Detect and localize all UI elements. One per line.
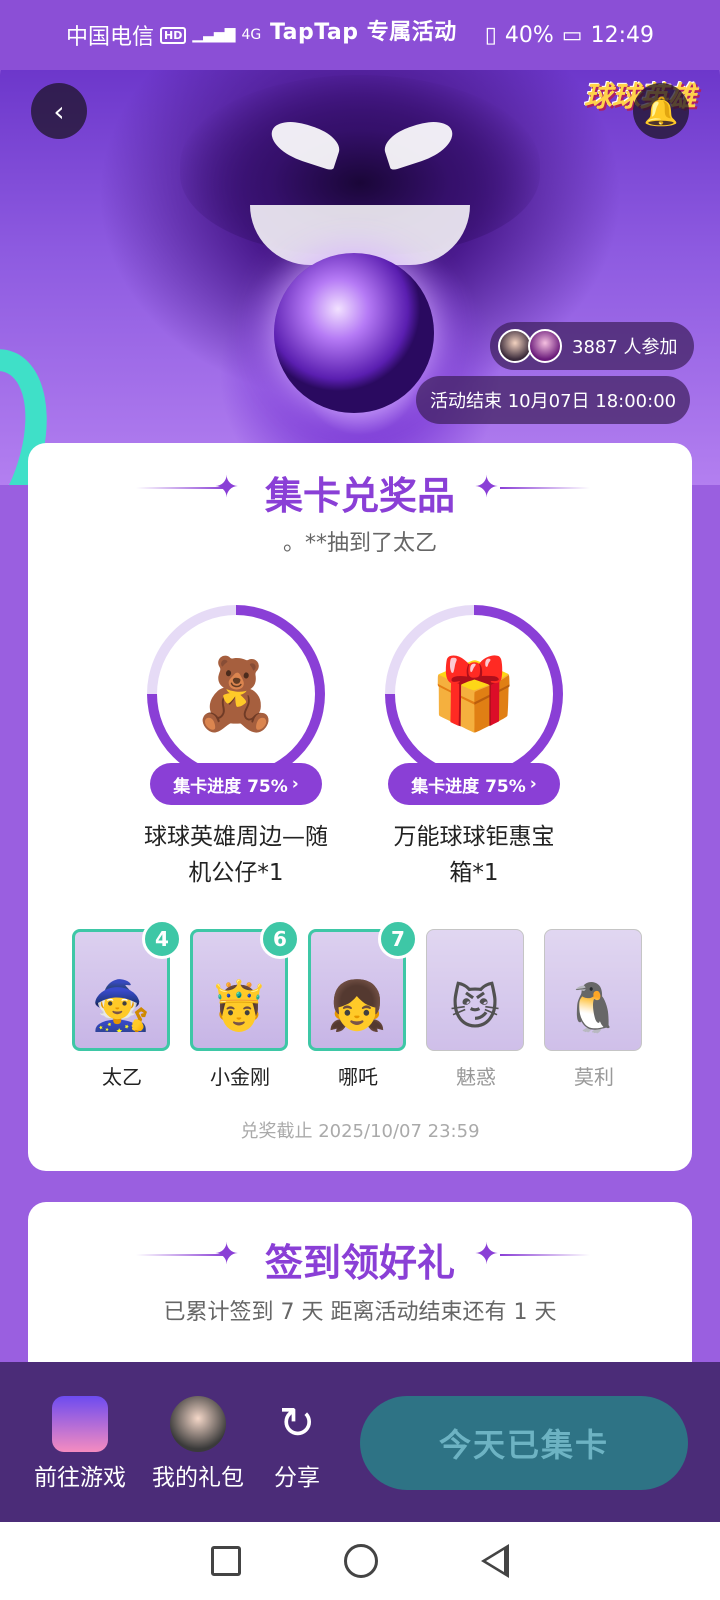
game-app-icon [52,1396,108,1452]
magic-orb-illustration [274,253,434,413]
prize-name-line: 万能球球钜惠宝 [393,824,555,850]
back-button[interactable]: ‹ [31,83,87,139]
home-icon[interactable] [343,1544,378,1578]
share-label: 分享 [274,1465,320,1491]
chevron-right-icon: › [529,774,537,794]
avatar [498,329,532,363]
status-bar: 中国电信 HD ▁▃▅▇ 4G TapTap 专属活动 ▯ 40% ▭ 12:4… [0,0,720,70]
go-to-game-label: 前往游戏 [34,1465,126,1491]
share-button[interactable]: ↻ 分享 [262,1396,332,1492]
go-to-game-button[interactable]: 前往游戏 [30,1396,130,1492]
battery-percent: 40% [504,22,554,48]
prize-name-line: 箱*1 [449,860,499,886]
collect-card-panel: ✦ 集卡兑奖品 ✦ 。**抽到了太乙 🧸 集卡进度 75% › 球球英雄周边—随… [28,443,692,1171]
participants-pill: 3887 人参加 [490,322,694,370]
chevron-right-icon: › [291,774,299,794]
hero-card-name: 太乙 [102,1065,142,1089]
prize-item[interactable]: 🧸 集卡进度 75% › 球球英雄周边—随 机公仔*1 [116,605,356,891]
bell-icon: 🔔 [643,94,679,128]
progress-ring: 🎁 [385,605,563,783]
system-nav-bar [0,1522,720,1600]
vibrate-icon: ▯ [484,22,497,48]
status-right: ▯ 40% ▭ 12:49 [485,23,654,48]
network-label: 4G [241,27,262,43]
sparkle-icon: ✦ [474,1237,500,1272]
progress-button[interactable]: 集卡进度 75% › [388,763,560,805]
brand-overlay: TapTap 专属活动 [270,20,457,45]
section-title-collect: 集卡兑奖品 [264,474,455,518]
prize-item[interactable]: 🎁 集卡进度 75% › 万能球球钜惠宝 箱*1 [354,605,594,891]
sparkle-icon: ✦ [474,470,500,505]
clock: 12:49 [590,22,654,48]
hero-portrait: 🐧 [544,929,642,1051]
share-icon: ↻ [278,1398,316,1449]
card-count-badge: 4 [142,919,182,959]
battery-icon: ▭ [561,22,583,48]
hd-icon: HD [160,26,187,44]
progress-ring: 🧸 [147,605,325,783]
hero-card-name: 魅惑 [456,1065,496,1089]
recent-apps-icon[interactable] [211,1546,242,1576]
prize-name: 万能球球钜惠宝 箱*1 [354,819,594,891]
back-triangle-icon[interactable] [480,1544,509,1578]
my-gifts-label: 我的礼包 [152,1465,244,1491]
redeem-deadline: 兑奖截止 2025/10/07 23:59 [240,1121,480,1142]
hero-card-locked[interactable]: 🐧 莫利 [544,929,644,1090]
chevron-left-icon: ‹ [53,94,65,128]
end-time-pill: 活动结束 10月07日 18:00:00 [416,376,691,424]
title-line-right [500,487,590,489]
avatar [528,329,562,363]
hero-card-name: 小金刚 [210,1065,270,1089]
bottom-action-bar: 前往游戏 我的礼包 ↻ 分享 今天已集卡 [0,1362,720,1522]
collected-today-button[interactable]: 今天已集卡 [360,1396,688,1490]
section-title-signin: 签到领好礼 [264,1241,455,1285]
hero-card[interactable]: 👧 7 哪吒 [308,919,418,1090]
carrier-label: 中国电信 [66,25,155,50]
prize-name-line: 球球英雄周边—随 [144,824,328,850]
draw-ticker: 。**抽到了太乙 [282,531,437,556]
progress-label: 集卡进度 75% [173,776,288,797]
card-count-badge: 6 [260,919,300,959]
progress-button[interactable]: 集卡进度 75% › [150,763,322,805]
notification-button[interactable]: 🔔 [633,83,689,139]
hero-portrait: 😼 [426,929,524,1051]
prize-name-line: 机公仔*1 [188,860,284,886]
participants-count: 3887 人参加 [572,337,678,358]
prize-name: 球球英雄周边—随 机公仔*1 [116,819,356,891]
my-gifts-button[interactable]: 我的礼包 [148,1396,248,1492]
hero-card-name: 莫利 [574,1065,614,1089]
title-line-right [500,1254,590,1256]
hero-cards-row: 🧙 4 太乙 🤴 6 小金刚 👧 7 哪吒 😼 魅惑 🐧 莫利 [72,919,644,1090]
card-count-badge: 7 [378,919,418,959]
progress-label: 集卡进度 75% [411,776,526,797]
hero-card[interactable]: 🤴 6 小金刚 [190,919,300,1090]
end-time-label: 活动结束 10月07日 18:00:00 [430,391,677,412]
treasure-chest-icon: 🎁 [395,615,553,773]
status-left: 中国电信 HD ▁▃▅▇ 4G [66,19,261,51]
hero-card[interactable]: 🧙 4 太乙 [72,919,182,1090]
hero-card-name: 哪吒 [338,1065,378,1089]
signal-icon: ▁▃▅▇ [192,27,236,43]
hero-card-locked[interactable]: 😼 魅惑 [426,929,526,1090]
avatar [170,1396,226,1452]
figurine-icon: 🧸 [157,615,315,773]
signin-summary: 已累计签到 7 天 距离活动结束还有 1 天 [163,1300,557,1325]
